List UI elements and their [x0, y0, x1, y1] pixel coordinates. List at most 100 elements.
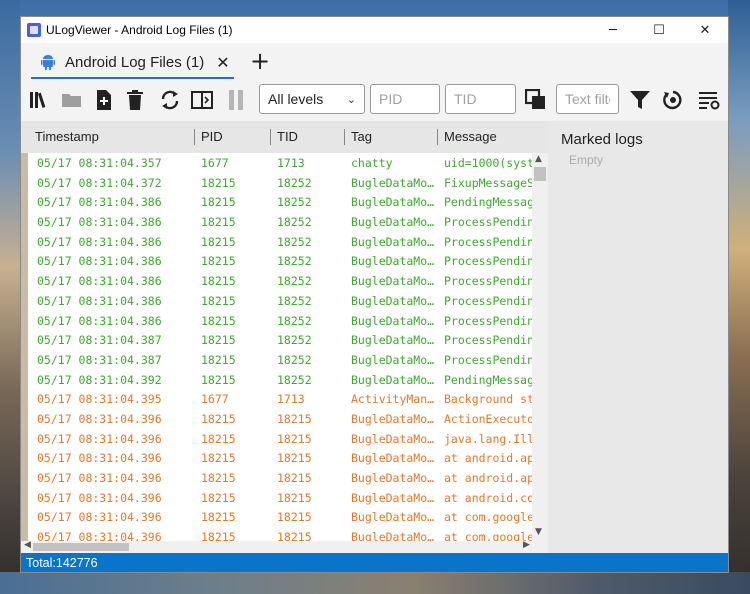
- open-folder-button[interactable]: [59, 88, 85, 112]
- minimize-button[interactable]: ─: [590, 17, 636, 43]
- vertical-scroll-thumb[interactable]: [534, 167, 546, 181]
- settings-list-icon: [699, 92, 720, 110]
- cell-tid: 18215: [277, 451, 312, 466]
- filter-button[interactable]: [627, 88, 653, 112]
- scroll-left-icon[interactable]: ◀: [24, 540, 31, 550]
- cell-tag: BugleDataMo…: [351, 175, 435, 190]
- cell-tid: 18215: [277, 530, 312, 541]
- marked-logs-title: Marked logs: [561, 131, 643, 148]
- column-header-message[interactable]: Message: [444, 121, 497, 153]
- cell-tid: 18252: [277, 293, 312, 308]
- table-row[interactable]: 05/17 08:31:04.386 18215 18252 BugleDataMo……: [21, 251, 532, 271]
- window-controls: ─ ☐ ✕: [590, 17, 728, 43]
- table-row[interactable]: 05/17 08:31:04.396 18215 18215 BugleDataMo……: [21, 468, 532, 488]
- cell-message: at android.app: [444, 451, 532, 466]
- cell-pid: 18215: [201, 372, 236, 387]
- column-header-pid[interactable]: PID: [201, 121, 223, 153]
- settings-button[interactable]: [696, 88, 722, 112]
- cell-tag: BugleDataMo…: [351, 510, 435, 525]
- cell-tag: BugleDataMo…: [351, 490, 435, 505]
- table-row[interactable]: 05/17 08:31:04.396 18215 18215 BugleDataMo……: [21, 429, 532, 449]
- table-row[interactable]: 05/17 08:31:04.357 1677 1713 chatty uid=1000…: [21, 153, 532, 173]
- scroll-right-icon[interactable]: ▶: [523, 540, 530, 550]
- cell-pid: 18215: [201, 195, 236, 210]
- delete-button[interactable]: [122, 88, 148, 112]
- scroll-up-icon[interactable]: ▲: [535, 154, 542, 164]
- scroll-down-icon[interactable]: ▼: [535, 527, 542, 537]
- table-row[interactable]: 05/17 08:31:04.386 18215 18252 BugleDataMo……: [21, 291, 532, 311]
- add-file-icon: [97, 90, 111, 110]
- text-filter-input[interactable]: [556, 84, 619, 114]
- logs-library-button[interactable]: [27, 88, 53, 112]
- cell-tag: BugleDataMo…: [351, 471, 435, 485]
- cell-timestamp: 05/17 08:31:04.386: [37, 254, 162, 269]
- cell-tid: 18252: [277, 234, 312, 249]
- table-row[interactable]: 05/17 08:31:04.396 18215 18215 BugleDataMo……: [21, 507, 532, 527]
- table-row[interactable]: 05/17 08:31:04.396 18215 18215 BugleDataMo……: [21, 448, 532, 468]
- cell-message: ProcessPending: [444, 313, 532, 328]
- column-header-tid[interactable]: TID: [277, 121, 298, 153]
- table-row[interactable]: 05/17 08:31:04.395 1677 1713 ActivityMan… Ba…: [21, 389, 532, 409]
- cell-message: uid=1000(system): [444, 156, 532, 170]
- content-area: Timestamp PID TID Tag Message 05/17 08:3…: [21, 121, 728, 553]
- split-view-button[interactable]: [189, 88, 215, 112]
- cell-pid: 18215: [201, 471, 236, 485]
- column-header-tag[interactable]: Tag: [351, 121, 372, 153]
- log-level-select[interactable]: All levels ⌄: [259, 84, 365, 114]
- android-icon: [41, 55, 55, 70]
- vertical-scrollbar[interactable]: ▲ ▼: [532, 153, 548, 541]
- tab-label: Android Log Files (1): [65, 53, 205, 71]
- column-header-timestamp[interactable]: Timestamp: [35, 121, 99, 153]
- column-separator[interactable]: [194, 129, 195, 145]
- tid-filter-input[interactable]: [445, 84, 516, 114]
- table-row[interactable]: 05/17 08:31:04.386 18215 18252 BugleDataMo……: [21, 271, 532, 291]
- desktop-background-right: [728, 0, 750, 594]
- cell-pid: 18215: [201, 234, 236, 249]
- column-separator[interactable]: [344, 129, 345, 145]
- table-row[interactable]: 05/17 08:31:04.396 18215 18215 BugleDataMo……: [21, 527, 532, 541]
- column-separator[interactable]: [270, 129, 271, 145]
- pause-button[interactable]: [223, 88, 249, 112]
- cell-tid: 1713: [277, 156, 305, 170]
- cell-pid: 18215: [201, 274, 236, 289]
- desktop-background-left: [0, 0, 20, 594]
- add-file-button[interactable]: [91, 88, 117, 112]
- cell-timestamp: 05/17 08:31:04.386: [37, 195, 162, 210]
- pause-icon: [229, 90, 243, 110]
- column-separator[interactable]: [437, 129, 438, 145]
- horizontal-scroll-thumb[interactable]: [33, 543, 129, 551]
- table-row[interactable]: 05/17 08:31:04.372 18215 18252 BugleDataMo……: [21, 173, 532, 193]
- delete-icon: [127, 90, 143, 110]
- close-window-button[interactable]: ✕: [682, 17, 728, 43]
- tab-bar: Android Log Files (1) ✕ +: [21, 43, 728, 79]
- table-row[interactable]: 05/17 08:31:04.386 18215 18252 BugleDataMo……: [21, 311, 532, 331]
- cell-message: at com.google: [444, 530, 532, 541]
- desktop-background-bottom: [0, 572, 750, 594]
- maximize-button[interactable]: ☐: [636, 17, 682, 43]
- table-row[interactable]: 05/17 08:31:04.396 18215 18215 BugleDataMo……: [21, 409, 532, 429]
- add-tab-button[interactable]: +: [250, 49, 270, 73]
- tab-android-log-files[interactable]: Android Log Files (1) ✕: [31, 47, 234, 79]
- cell-pid: 18215: [201, 175, 236, 190]
- cell-tid: 18252: [277, 215, 312, 230]
- table-row[interactable]: 05/17 08:31:04.386 18215 18252 BugleDataMo……: [21, 212, 532, 232]
- reload-icon: [161, 90, 179, 110]
- copy-filter-button[interactable]: [523, 88, 549, 112]
- cell-message: ProcessPending: [444, 274, 532, 289]
- tab-close-icon[interactable]: ✕: [216, 53, 229, 72]
- table-row[interactable]: 05/17 08:31:04.392 18215 18252 BugleDataMo……: [21, 370, 532, 390]
- table-row[interactable]: 05/17 08:31:04.387 18215 18252 BugleDataMo……: [21, 350, 532, 370]
- table-row[interactable]: 05/17 08:31:04.386 18215 18252 BugleDataMo……: [21, 192, 532, 212]
- reload-button[interactable]: [157, 88, 183, 112]
- pid-filter-input[interactable]: [370, 84, 440, 114]
- reset-filter-button[interactable]: [660, 88, 686, 112]
- cell-tag: BugleDataMo…: [351, 372, 435, 387]
- reset-filter-icon: [663, 90, 682, 110]
- filter-icon: [630, 91, 650, 109]
- table-row[interactable]: 05/17 08:31:04.396 18215 18215 BugleDataMo……: [21, 488, 532, 508]
- table-row[interactable]: 05/17 08:31:04.387 18215 18252 BugleDataMo……: [21, 330, 532, 350]
- table-row[interactable]: 05/17 08:31:04.386 18215 18252 BugleDataMo……: [21, 232, 532, 252]
- horizontal-scrollbar[interactable]: ◀ ▶: [21, 540, 548, 553]
- marked-logs-panel: Marked logs Empty: [548, 121, 728, 553]
- cell-tag: BugleDataMo…: [351, 215, 435, 230]
